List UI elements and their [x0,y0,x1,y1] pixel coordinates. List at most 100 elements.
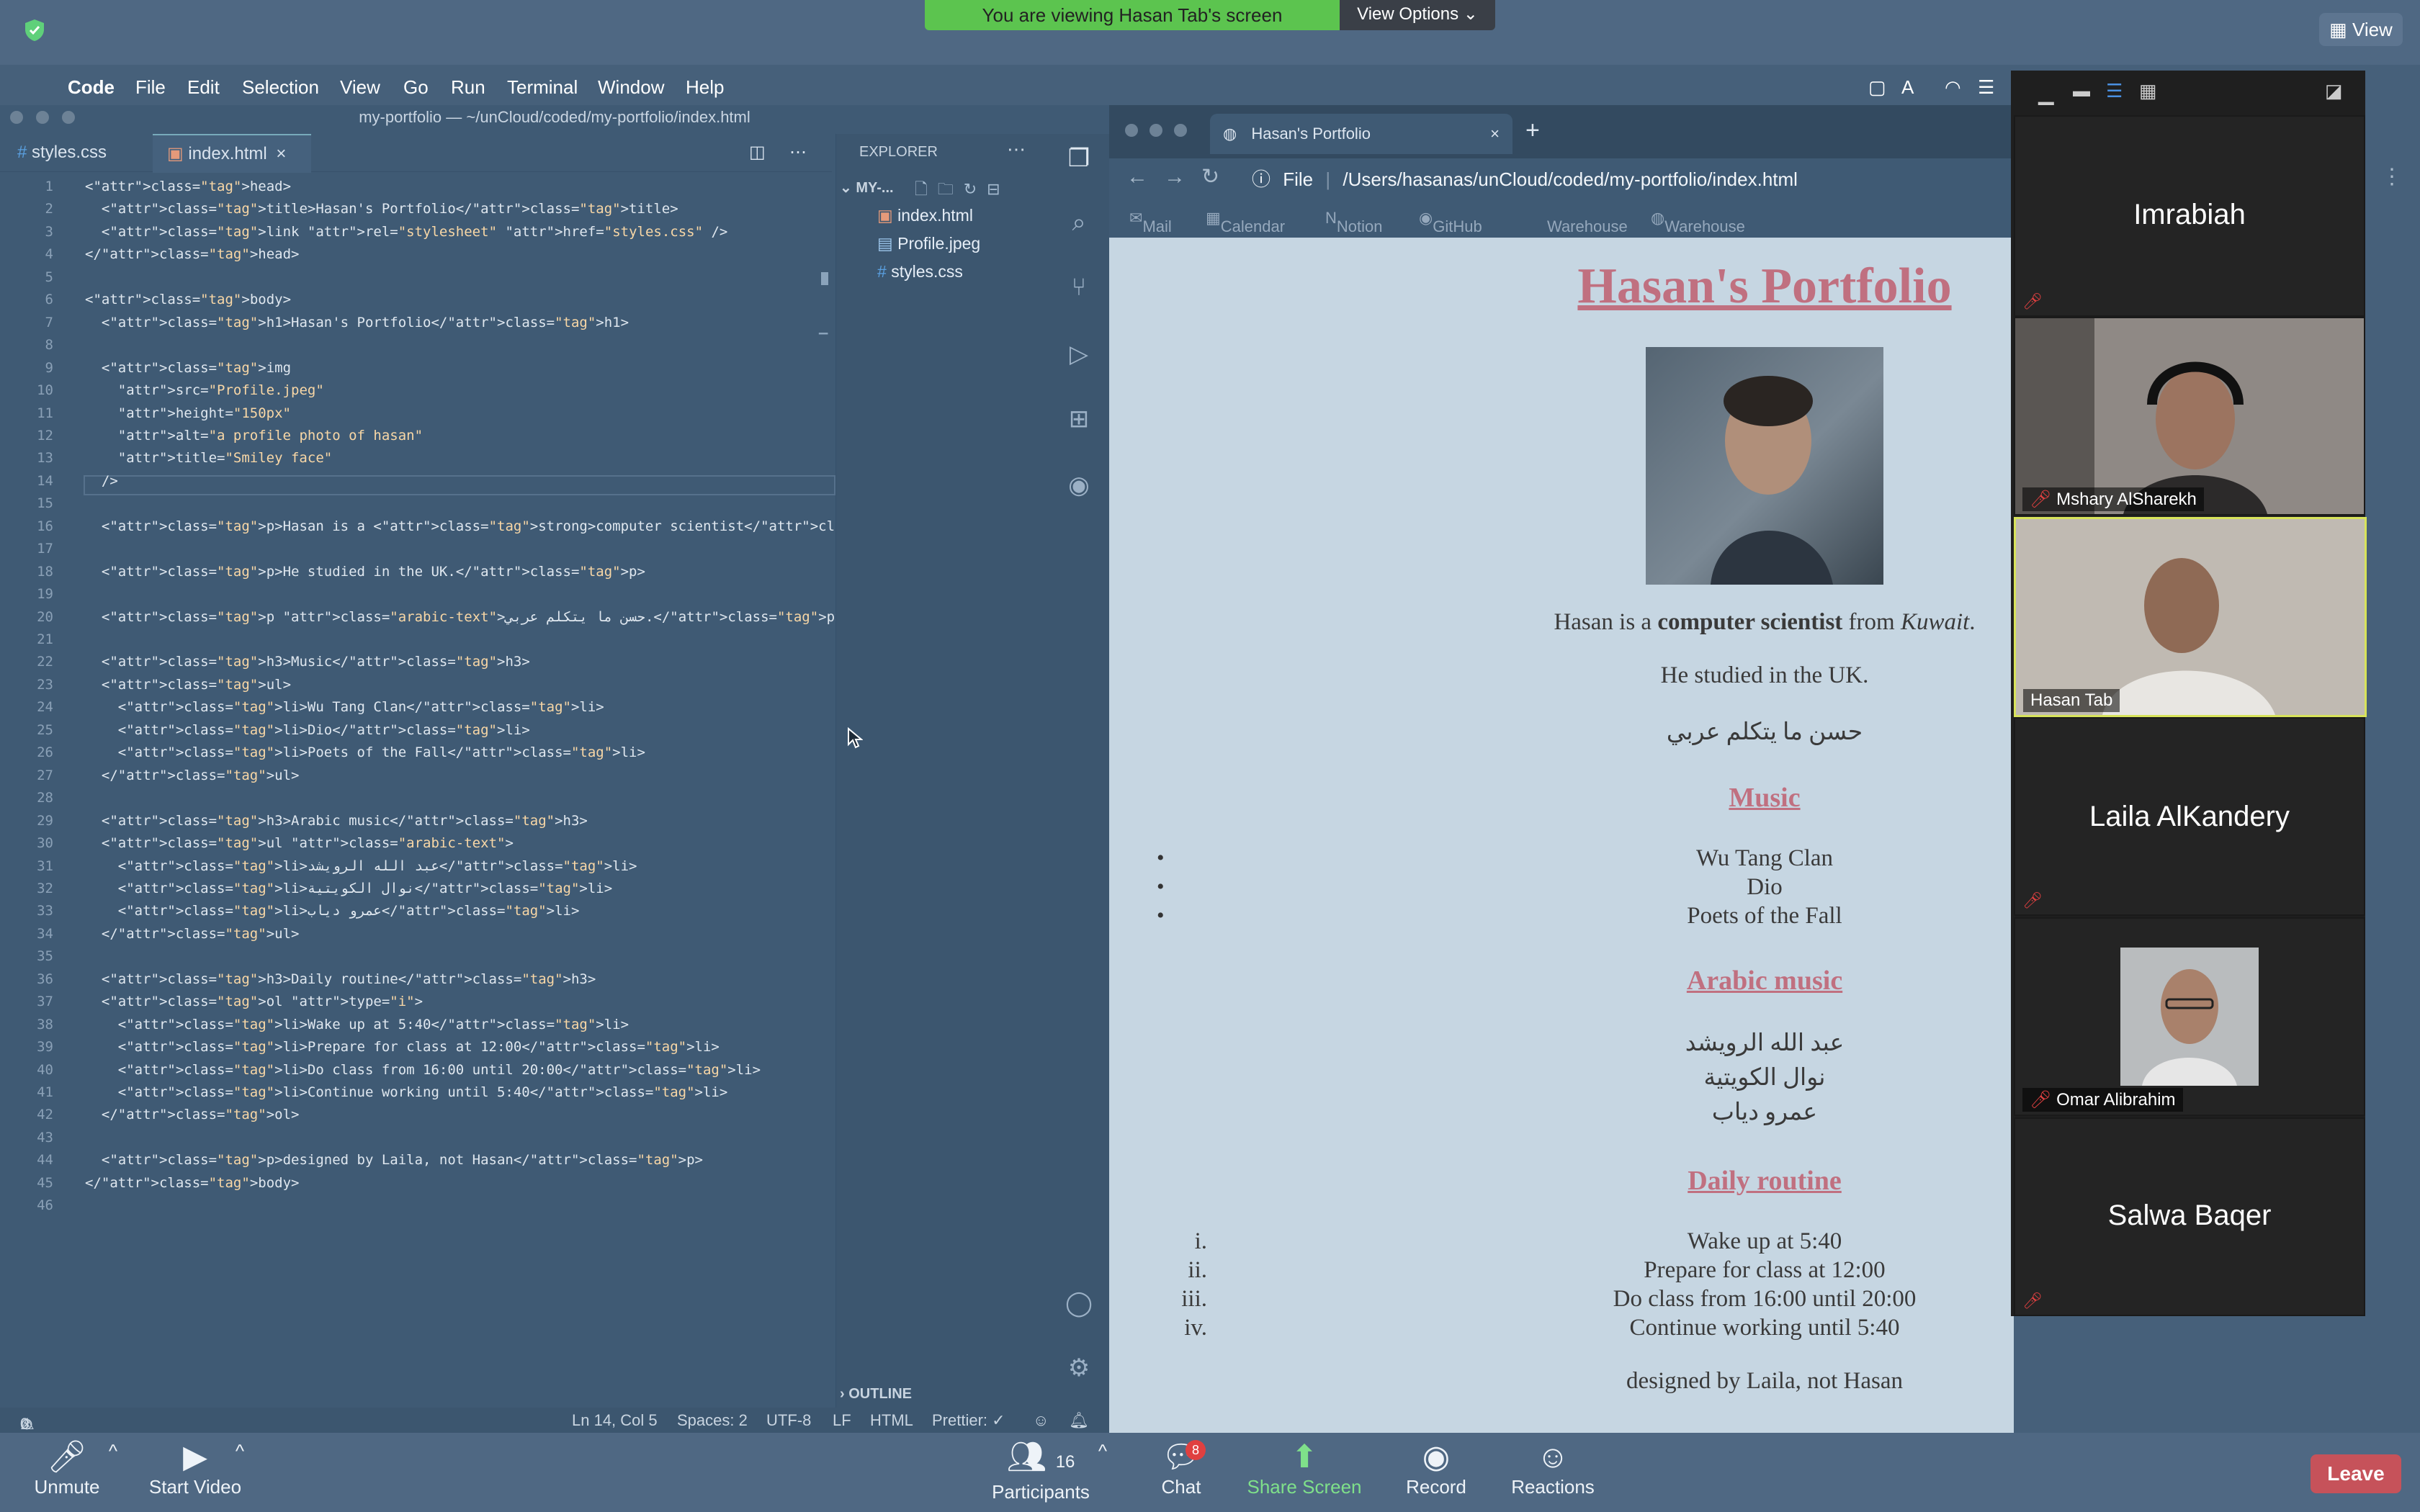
line-number: 39 [37,1039,53,1056]
settings-gear-icon[interactable]: ⚙ [1063,1354,1095,1385]
menu-code[interactable]: Code [68,76,115,99]
feedback-icon[interactable]: ☺ [1033,1411,1049,1430]
line-number: 1 [45,179,53,194]
wifi-icon[interactable]: ◠ [1945,76,1961,99]
menu-terminal[interactable]: Terminal [507,76,578,99]
participant-tile[interactable]: 🎤︎ Mshary AlSharekh [2014,317,2365,516]
menu-go[interactable]: Go [403,76,429,99]
account-icon[interactable]: ◯ [1063,1289,1095,1320]
menu-selection[interactable]: Selection [242,76,319,99]
participant-tile[interactable]: Laila AlKandery 🎤︎ [2014,717,2365,916]
encoding[interactable]: UTF-8 [766,1411,811,1430]
outline-section[interactable]: › OUTLINE [840,1386,912,1403]
browser-minimize-button[interactable] [1150,124,1162,137]
strip-view-icon[interactable]: ☰ [2106,80,2123,102]
participant-tile-active-speaker[interactable]: Hasan Tab [2014,517,2367,717]
grid-icon: ▦ [2329,19,2347,40]
participant-tile[interactable]: Imrabiah 🎤︎ [2014,115,2365,317]
window-icon[interactable]: ▢ [1868,76,1886,99]
keyboard-icon[interactable]: A [1901,76,1914,99]
close-tab-icon[interactable]: × [1490,114,1500,154]
vscode-title: my-portfolio — ~/unCloud/coded/my-portfo… [359,108,750,126]
forward-icon[interactable]: → [1164,165,1201,189]
video-options-caret[interactable]: ^ [229,1440,251,1462]
browser-zoom-button[interactable] [1174,124,1187,137]
search-icon[interactable]: ⌕ [1063,209,1095,240]
bell-icon[interactable]: 🔔︎ [1069,1411,1089,1430]
leave-button[interactable]: Leave [2311,1454,2401,1493]
explorer-file-profile-jpeg[interactable]: ▤ Profile.jpeg [877,234,980,253]
control-center-icon[interactable]: ☰ [1978,76,1994,99]
code-line: <"attr">class="tag">li>عمرو دياب</"attr"… [85,903,580,919]
new-folder-icon[interactable]: 🗀 [938,180,964,198]
explorer-file-index-html[interactable]: ▣ index.html [877,206,973,225]
line-number: 24 [37,699,53,716]
record-button[interactable]: ◉ Record [1400,1439,1472,1498]
collapse-icon[interactable]: ⊟ [987,180,1010,198]
explorer-more-icon[interactable]: ⋯ [1007,138,1026,161]
address-bar[interactable]: ⓘ File | /Users/hasanas/unCloud/coded/my… [1252,164,2008,194]
gallery-view-icon[interactable]: ▦ [2139,80,2157,102]
participant-tile[interactable]: Salwa Baqer 🎤︎ [2014,1117,2365,1316]
view-options-button[interactable]: View Options ⌄ [1340,0,1495,30]
close-icon[interactable]: × [276,144,286,163]
bookmark-mail[interactable]: ✉ Mail [1129,209,1172,235]
new-file-icon[interactable]: 🗋 [915,180,938,198]
audio-options-caret[interactable]: ^ [102,1440,124,1462]
extensions-icon[interactable]: ⊞ [1063,405,1095,436]
split-editor-icon[interactable]: ◫ [749,134,771,171]
line-number: 27 [37,767,53,783]
more-actions-icon[interactable]: ⋯ [789,134,811,171]
menu-run[interactable]: Run [451,76,485,99]
cursor-position[interactable]: Ln 14, Col 5 [572,1411,658,1430]
language-mode[interactable]: HTML [870,1411,913,1430]
folder-my-portfolio[interactable]: ⌄ MY-... [840,179,894,197]
code-line: <"attr">class="tag">li>نوال الكويتية</"a… [85,880,613,896]
mac-menubar: Code File Edit Selection View Go Run Ter… [0,72,2009,105]
scrollbar-thumb[interactable] [821,272,828,285]
run-debug-icon[interactable]: ▷ [1063,340,1095,372]
browser-menu-icon[interactable]: ⋮ [2381,164,2403,189]
participants-caret[interactable]: ^ [1092,1440,1113,1462]
prettier-status[interactable]: Prettier: ✓ [932,1411,1005,1430]
line-number: 22 [37,654,53,670]
source-control-icon[interactable]: ⑂ [1063,274,1095,305]
line-number: 12 [37,427,53,444]
bookmark-warehouse-api[interactable]: ◍ Warehouse API [1651,209,1745,254]
bookmark-github[interactable]: ◉ GitHub [1419,209,1482,235]
refresh-icon[interactable]: ↻ [964,180,987,198]
back-icon[interactable]: ← [1126,165,1164,189]
minimize-icon[interactable]: ▁ [2038,81,2054,105]
participants-button[interactable]: 👥︎ 16 Participants [988,1439,1093,1503]
indentation[interactable]: Spaces: 2 [677,1411,748,1430]
bookmark-calendar[interactable]: ▦ Calendar [1206,209,1285,235]
reactions-button[interactable]: ☺ Reactions [1508,1439,1597,1498]
files-icon[interactable]: ❐ [1063,144,1095,176]
browser-close-button[interactable] [1125,124,1138,137]
chat-badge: 8 [1186,1440,1206,1460]
view-button[interactable]: ▦ View [2319,13,2403,46]
git-graph-icon[interactable]: ◉ [1063,471,1095,503]
menu-window[interactable]: Window [598,76,664,99]
share-screen-button[interactable]: ⬆ Share Screen [1243,1439,1366,1498]
participant-tile[interactable]: 🎤︎ Omar Alibrahim [2014,917,2365,1116]
line-ending[interactable]: LF [833,1411,851,1430]
tab-styles-css[interactable]: # styles.css [0,134,151,171]
layout-icon[interactable]: ◪ [2325,80,2343,102]
explorer-file-styles-css[interactable]: # styles.css [877,262,963,282]
tab-index-html[interactable]: ▣ index.html × [153,134,311,173]
code-editor[interactable] [0,173,832,1397]
menu-view[interactable]: View [340,76,380,99]
info-icon[interactable]: ⓘ [1252,168,1270,190]
bookmark-notion[interactable]: N Notion [1325,209,1382,235]
menu-help[interactable]: Help [686,76,724,99]
menu-file[interactable]: File [135,76,166,99]
unmute-button[interactable]: 🎤︎ Unmute [27,1439,107,1498]
routine-item: Continue working until 5:40 [1629,1315,1900,1341]
new-tab-button[interactable]: + [1525,117,1540,145]
speaker-view-icon[interactable]: ▬ [2073,81,2090,102]
browser-tab[interactable]: ◍ Hasan's Portfolio × [1210,114,1512,154]
menu-edit[interactable]: Edit [187,76,220,99]
reload-icon[interactable]: ↻ [1201,165,1235,189]
html-file-icon: ▣ [167,144,184,163]
